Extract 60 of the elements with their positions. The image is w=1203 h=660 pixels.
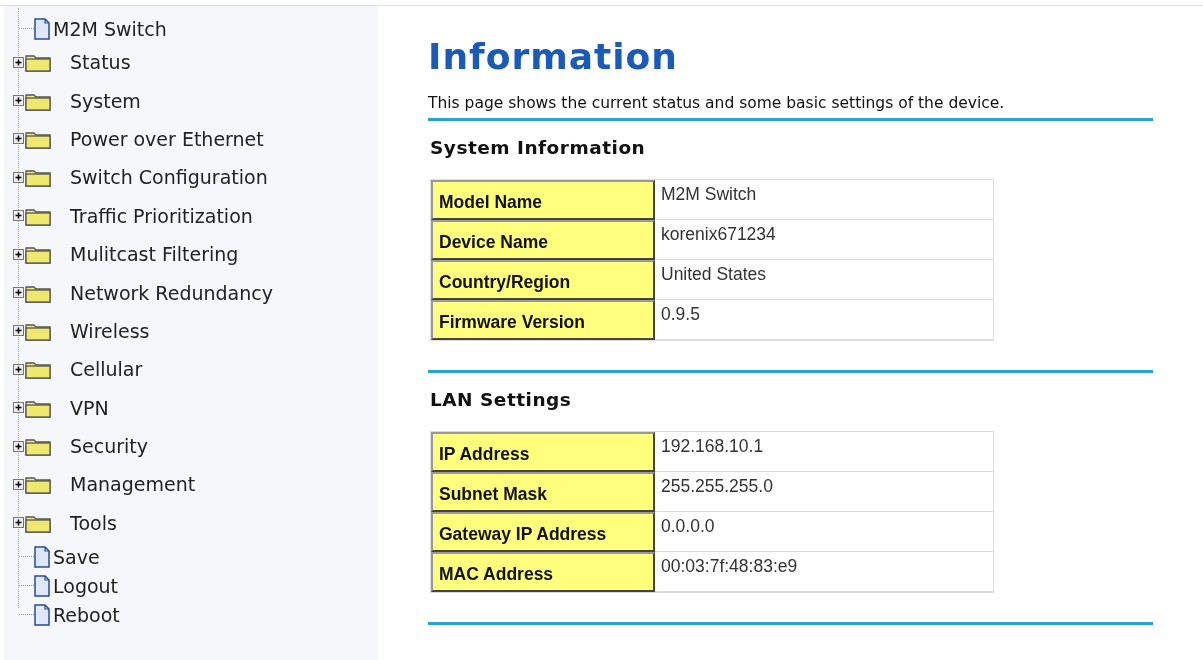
expand-icon[interactable]: [13, 248, 24, 260]
tree-item[interactable]: Power over Ethernet: [70, 127, 264, 150]
field-label: Gateway IP Address: [431, 512, 655, 552]
tree-item[interactable]: Logout: [53, 574, 119, 597]
expand-icon[interactable]: [13, 517, 24, 529]
field-label: Device Name: [431, 220, 655, 260]
tree-item[interactable]: Cellular: [70, 358, 143, 381]
tree-item[interactable]: Traffic Prioritization: [70, 204, 253, 227]
field-value: 0.9.5: [655, 300, 993, 340]
field-value: 255.255.255.0: [655, 472, 993, 512]
tree-item[interactable]: Mulitcast Filtering: [70, 243, 239, 266]
tree-item[interactable]: Tools: [70, 511, 117, 534]
expand-icon[interactable]: [13, 95, 24, 107]
tree-item[interactable]: Security: [70, 435, 149, 458]
section-heading: LAN Settings: [430, 389, 573, 410]
expand-icon[interactable]: [13, 479, 24, 490]
expand-icon[interactable]: [13, 325, 24, 337]
page-icon: [34, 17, 50, 40]
field-label: Subnet Mask: [431, 472, 655, 512]
field-value: 0.0.0.0: [655, 512, 993, 552]
tree-item[interactable]: Wireless: [70, 319, 150, 342]
expand-icon[interactable]: [13, 402, 24, 414]
field-value: 00:03:7f:48:83:e9: [655, 552, 993, 592]
expand-icon[interactable]: [13, 56, 24, 68]
section-heading: System Information: [430, 137, 647, 158]
field-value: korenix671234: [655, 220, 993, 260]
field-label: MAC Address: [431, 552, 655, 592]
tree-item[interactable]: Reboot: [53, 603, 120, 626]
expand-icon[interactable]: [13, 363, 24, 375]
tree-item[interactable]: VPN: [70, 396, 109, 419]
expand-icon[interactable]: [13, 210, 24, 222]
field-label: Firmware Version: [431, 300, 655, 340]
tree-item[interactable]: Management: [70, 473, 196, 496]
tree-item[interactable]: Switch Configuration: [70, 166, 268, 189]
tree-item[interactable]: Network Redundancy: [70, 281, 273, 304]
expand-icon[interactable]: [13, 287, 24, 299]
field-label: IP Address: [431, 432, 655, 472]
folder-icon: [25, 436, 51, 457]
folder-icon: [25, 474, 51, 495]
field-label: Model Name: [431, 180, 655, 220]
field-value: United States: [655, 260, 993, 300]
expand-icon[interactable]: [13, 440, 24, 452]
folder-icon: [25, 167, 51, 188]
field-value: 192.168.10.1: [655, 432, 993, 472]
expand-icon[interactable]: [13, 171, 24, 183]
page-icon: [34, 574, 50, 597]
tree-item[interactable]: Status: [70, 51, 131, 74]
page-icon: [34, 545, 50, 568]
page-icon: [34, 603, 50, 626]
page-title: Information: [428, 36, 679, 77]
folder-icon: [25, 359, 51, 380]
tree-item[interactable]: System: [70, 89, 141, 112]
folder-icon: [25, 52, 51, 73]
folder-icon: [25, 244, 51, 265]
tree-item[interactable]: Save: [53, 545, 100, 568]
page-description: This page shows the current status and some basic settings of the device.: [428, 94, 1006, 112]
expand-icon[interactable]: [13, 133, 24, 145]
tree-item[interactable]: M2M Switch: [53, 17, 167, 40]
field-label: Country/Region: [431, 260, 655, 300]
field-value: M2M Switch: [655, 180, 993, 220]
